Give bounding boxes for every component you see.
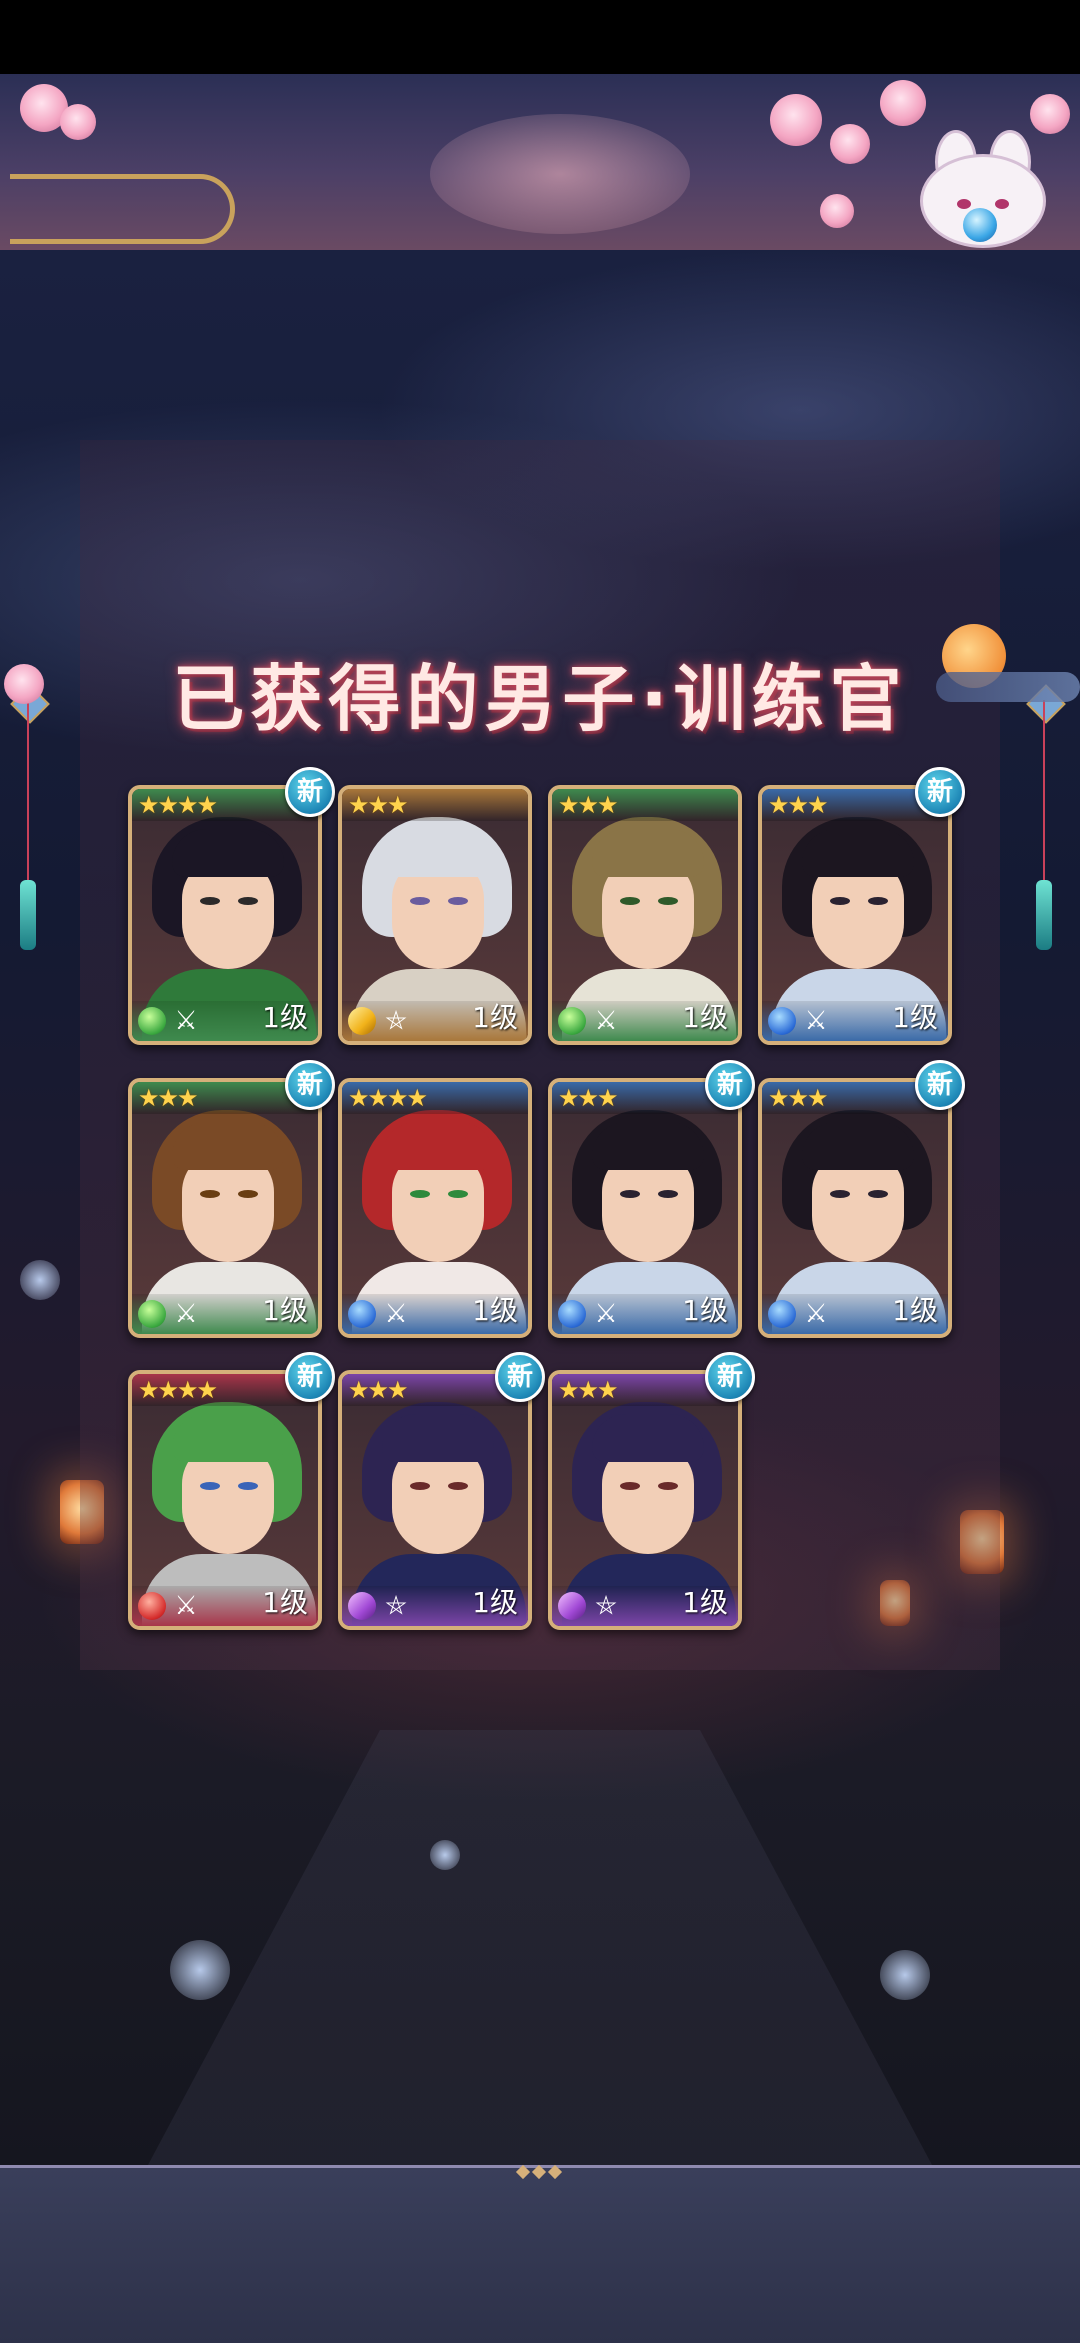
leaf-icon bbox=[138, 1300, 166, 1328]
character-card[interactable]: ★★★★ ⚔ 1级 bbox=[338, 1078, 532, 1338]
status-bar bbox=[0, 0, 1080, 74]
card-footer: ⛤ 1级 bbox=[342, 1586, 528, 1626]
level-label: 1级 bbox=[472, 1001, 518, 1034]
pentagram-icon: ⛤ bbox=[595, 1591, 617, 1621]
level-label: 1级 bbox=[472, 1586, 518, 1619]
character-card[interactable]: ★★★ ⚔ 1级 bbox=[548, 1078, 742, 1338]
cherry-blossom-icon bbox=[60, 104, 96, 140]
pentagram-icon: ⛤ bbox=[385, 1006, 407, 1036]
new-badge: 新 bbox=[915, 767, 965, 817]
rabbit-mascot-icon[interactable] bbox=[905, 130, 1055, 248]
cherry-blossom-icon bbox=[820, 194, 854, 228]
card-footer: ⛤ 1级 bbox=[552, 1586, 738, 1626]
card-footer: ⚔ 1级 bbox=[552, 1294, 738, 1334]
level-label: 1级 bbox=[892, 1001, 938, 1034]
diamond-icon bbox=[348, 1007, 376, 1035]
bottom-diamond-ornament bbox=[515, 2162, 565, 2180]
banner-cloud-glow bbox=[430, 114, 690, 234]
top-banner bbox=[0, 74, 1080, 254]
level-label: 1级 bbox=[682, 1001, 728, 1034]
rarity-stars: ★★★★ bbox=[138, 1376, 218, 1404]
level-label: 1级 bbox=[262, 1586, 308, 1619]
rarity-stars: ★★★ bbox=[558, 1376, 619, 1404]
rarity-band: ★★★ bbox=[342, 789, 528, 821]
cherry-blossom-icon bbox=[880, 80, 926, 126]
rarity-stars: ★★★★ bbox=[348, 1084, 428, 1112]
character-card[interactable]: ★★★ ⚔ 1级 bbox=[548, 785, 742, 1045]
card-footer: ⚔ 1级 bbox=[132, 1001, 318, 1041]
level-label: 1级 bbox=[262, 1001, 308, 1034]
gold-scroll-ornament bbox=[10, 174, 235, 244]
stone-path bbox=[140, 1730, 940, 2180]
character-card[interactable]: ★★★ ⛤ 1级 bbox=[548, 1370, 742, 1630]
rarity-stars: ★★★ bbox=[558, 791, 619, 819]
water-icon bbox=[768, 1300, 796, 1328]
level-label: 1级 bbox=[892, 1294, 938, 1327]
water-icon bbox=[348, 1300, 376, 1328]
cherry-blossom-icon bbox=[830, 124, 870, 164]
crystal-icon bbox=[348, 1592, 376, 1620]
rarity-stars: ★★★ bbox=[768, 1084, 829, 1112]
firefly-light bbox=[430, 1840, 460, 1870]
cherry-blossom-icon bbox=[1030, 94, 1070, 134]
new-badge: 新 bbox=[285, 1352, 335, 1402]
level-label: 1级 bbox=[472, 1294, 518, 1327]
character-card[interactable]: ★★★ ⚔ 1级 bbox=[128, 1078, 322, 1338]
level-label: 1级 bbox=[682, 1294, 728, 1327]
rarity-band: ★★★★ bbox=[342, 1082, 528, 1114]
new-badge: 新 bbox=[495, 1352, 545, 1402]
rarity-stars: ★★★ bbox=[768, 791, 829, 819]
new-badge: 新 bbox=[915, 1060, 965, 1110]
character-card[interactable]: ★★★★ ⚔ 1级 bbox=[128, 785, 322, 1045]
water-icon bbox=[558, 1300, 586, 1328]
cherry-blossom-icon bbox=[770, 94, 822, 146]
card-footer: ⚔ 1级 bbox=[132, 1294, 318, 1334]
rarity-stars: ★★★ bbox=[348, 791, 409, 819]
rarity-stars: ★★★ bbox=[138, 1084, 199, 1112]
panel-title: 已获得的男子·训练官 bbox=[172, 657, 908, 741]
card-footer: ⛤ 1级 bbox=[342, 1001, 528, 1041]
card-footer: ⚔ 1级 bbox=[342, 1294, 528, 1334]
crossed-swords-icon: ⚔ bbox=[174, 1591, 198, 1621]
level-label: 1级 bbox=[682, 1586, 728, 1619]
card-footer: ⚔ 1级 bbox=[762, 1294, 948, 1334]
crossed-swords-icon: ⚔ bbox=[174, 1299, 198, 1329]
leaf-icon bbox=[558, 1007, 586, 1035]
crystal-icon bbox=[558, 1592, 586, 1620]
new-badge: 新 bbox=[705, 1352, 755, 1402]
rarity-stars: ★★★★ bbox=[138, 791, 218, 819]
crossed-swords-icon: ⚔ bbox=[594, 1006, 618, 1036]
character-card[interactable]: ★★★ ⚔ 1级 bbox=[758, 785, 952, 1045]
card-footer: ⚔ 1级 bbox=[552, 1001, 738, 1041]
leaf-icon bbox=[138, 1007, 166, 1035]
rarity-stars: ★★★ bbox=[558, 1084, 619, 1112]
card-footer: ⚔ 1级 bbox=[132, 1586, 318, 1626]
level-label: 1级 bbox=[262, 1294, 308, 1327]
new-badge: 新 bbox=[285, 767, 335, 817]
new-badge: 新 bbox=[285, 1060, 335, 1110]
character-card[interactable]: ★★★★ ⚔ 1级 bbox=[128, 1370, 322, 1630]
rarity-band: ★★★ bbox=[552, 789, 738, 821]
crossed-swords-icon: ⚔ bbox=[804, 1299, 828, 1329]
pentagram-icon: ⛤ bbox=[385, 1591, 407, 1621]
bottom-panel bbox=[0, 2165, 1080, 2343]
card-footer: ⚔ 1级 bbox=[762, 1001, 948, 1041]
firefly-light bbox=[170, 1940, 230, 2000]
crossed-swords-icon: ⚔ bbox=[174, 1006, 198, 1036]
crossed-swords-icon: ⚔ bbox=[594, 1299, 618, 1329]
fire-icon bbox=[138, 1592, 166, 1620]
water-icon bbox=[768, 1007, 796, 1035]
crossed-swords-icon: ⚔ bbox=[804, 1006, 828, 1036]
character-card[interactable]: ★★★ ⚔ 1级 bbox=[758, 1078, 952, 1338]
new-badge: 新 bbox=[705, 1060, 755, 1110]
rarity-stars: ★★★ bbox=[348, 1376, 409, 1404]
character-card[interactable]: ★★★ ⛤ 1级 bbox=[338, 1370, 532, 1630]
firefly-light bbox=[880, 1950, 930, 2000]
firefly-light bbox=[20, 1260, 60, 1300]
character-card[interactable]: ★★★ ⛤ 1级 bbox=[338, 785, 532, 1045]
crossed-swords-icon: ⚔ bbox=[384, 1299, 408, 1329]
